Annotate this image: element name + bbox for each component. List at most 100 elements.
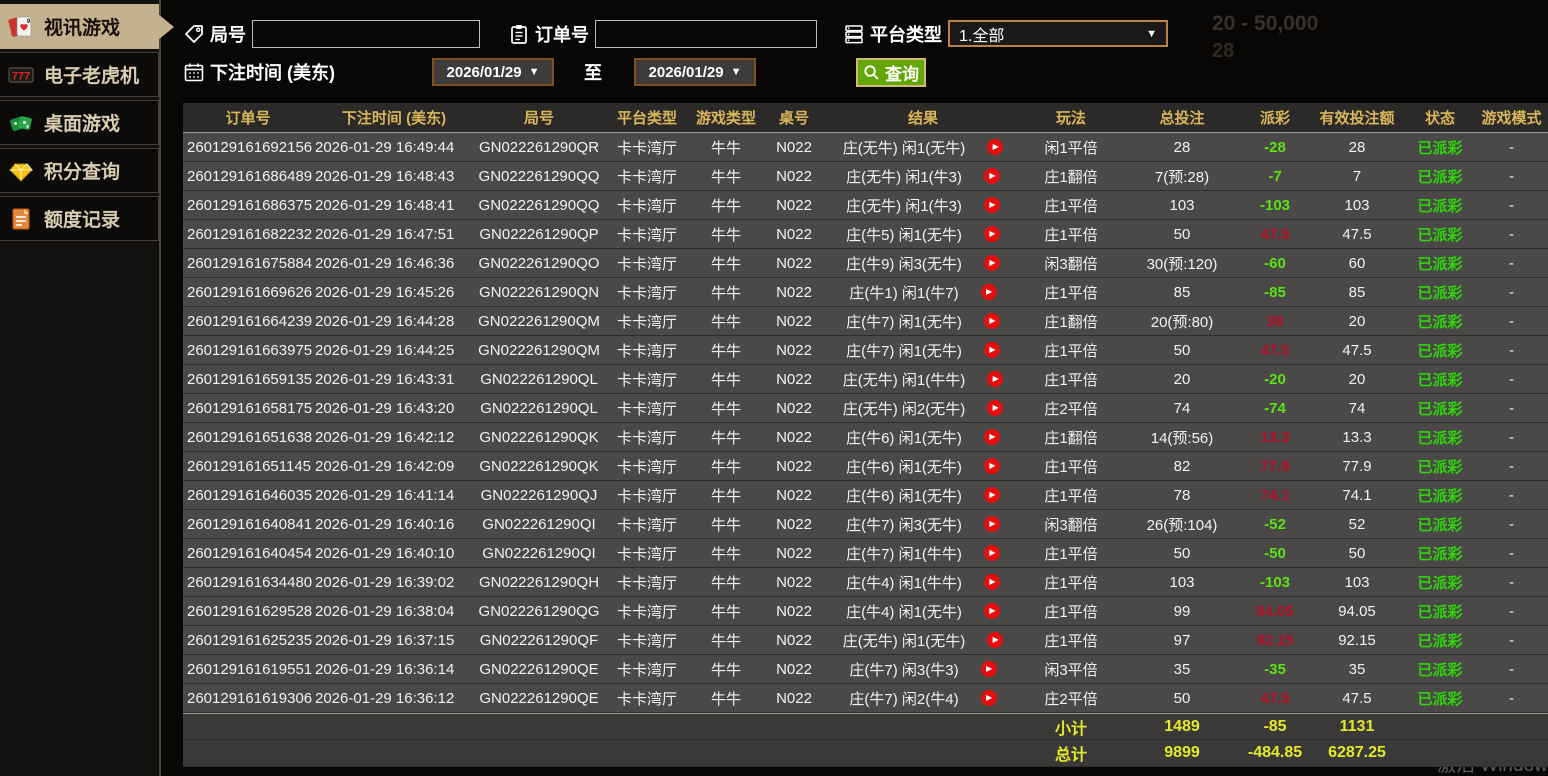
cell-game-mode: -	[1509, 370, 1514, 388]
round-no-input[interactable]	[252, 19, 480, 48]
search-button-label: 查询	[885, 64, 919, 84]
cell-round-no: GN022261290QL	[480, 399, 598, 417]
play-video-icon[interactable]: ▶	[983, 197, 1000, 213]
platform-type-value: 1.全部	[959, 27, 1005, 45]
sidebar: 9 视讯游戏 777 电子老虎机 桌面游戏 积分查询 额度记录	[0, 0, 161, 776]
cell-bet-time: 2026-01-29 16:44:28	[315, 312, 455, 330]
table-row: 260129161634480 2026-01-29 16:39:02 GN0222…	[183, 568, 1548, 597]
cell-status: 已派彩	[1417, 255, 1463, 273]
cell-round-no: GN022261290QG	[478, 602, 600, 620]
sidebar-item-quota-records[interactable]: 额度记录	[0, 196, 159, 241]
cell-result: 庄(牛7) 闲2(牛4) ▶	[827, 684, 1019, 712]
date-from-value: 2026/01/29	[446, 63, 522, 81]
cell-game-type: 牛牛	[710, 197, 741, 215]
cell-bet-option: 庄1平倍	[1044, 545, 1098, 563]
cell-game-mode: -	[1509, 602, 1514, 620]
order-no-input[interactable]	[595, 19, 817, 48]
header-game-mode: 游戏模式	[1481, 110, 1542, 127]
play-video-icon[interactable]: ▶	[983, 429, 1000, 445]
play-video-icon[interactable]: ▶	[987, 400, 1004, 416]
cell-game-mode: -	[1509, 544, 1514, 562]
sidebar-item-label: 电子老虎机	[44, 66, 140, 87]
cell-total-bet: 85	[1173, 283, 1191, 301]
cell-bet-time: 2026-01-29 16:40:16	[315, 515, 455, 533]
cell-platform: 卡卡湾厅	[616, 139, 677, 157]
cell-game-type: 牛牛	[710, 313, 741, 331]
cell-table-no: N022	[776, 602, 812, 620]
cell-round-no: GN022261290QK	[479, 428, 599, 446]
cell-platform: 卡卡湾厅	[616, 661, 677, 679]
cell-table-no: N022	[776, 486, 812, 504]
play-video-icon[interactable]: ▶	[980, 690, 997, 706]
diamond-icon	[7, 157, 35, 185]
play-video-icon[interactable]: ▶	[983, 226, 1000, 242]
cell-valid-bet: 47.5	[1342, 225, 1372, 243]
date-to-picker[interactable]: 2026/01/29 ▼	[634, 58, 756, 86]
cell-game-mode: -	[1509, 167, 1514, 185]
play-video-icon[interactable]: ▶	[987, 632, 1004, 648]
cell-table-no: N022	[776, 573, 812, 591]
cell-valid-bet: 74	[1348, 399, 1366, 417]
play-video-icon[interactable]: ▶	[983, 545, 1000, 561]
cell-payout: -103	[1259, 573, 1291, 591]
play-video-icon[interactable]: ▶	[987, 139, 1004, 155]
result-text: 庄(无牛) 闲2(无牛)	[842, 400, 966, 418]
cell-order-no: 260129161682232	[187, 225, 313, 243]
cell-payout: 94.05	[1256, 602, 1294, 620]
bet-time-label: 下注时间 (美东)	[210, 63, 335, 83]
cell-game-type: 牛牛	[710, 690, 741, 708]
header-order-no: 订单号	[225, 110, 271, 127]
subtotal-label: 小计	[1054, 720, 1087, 738]
cell-game-mode: -	[1509, 515, 1514, 533]
cell-result: 庄(牛1) 闲1(牛7) ▶	[827, 278, 1019, 306]
table-row: 260129161640454 2026-01-29 16:40:10 GN0222…	[183, 539, 1548, 568]
cell-bet-option: 庄1平倍	[1044, 284, 1098, 302]
table-row: 260129161663975 2026-01-29 16:44:25 GN0222…	[183, 336, 1548, 365]
sidebar-item-table-games[interactable]: 桌面游戏	[0, 100, 159, 145]
cell-status: 已派彩	[1417, 516, 1463, 534]
cell-result: 庄(牛7) 闲1(牛牛) ▶	[827, 539, 1019, 567]
play-video-icon[interactable]: ▶	[983, 313, 1000, 329]
play-video-icon[interactable]: ▶	[983, 255, 1000, 271]
cell-game-mode: -	[1509, 283, 1514, 301]
result-text: 庄(无牛) 闲1(无牛)	[842, 139, 966, 157]
sidebar-item-live-games[interactable]: 9 视讯游戏	[0, 4, 159, 49]
play-video-icon[interactable]: ▶	[983, 516, 1000, 532]
sidebar-item-slots[interactable]: 777 电子老虎机	[0, 52, 159, 97]
play-video-icon[interactable]: ▶	[987, 371, 1004, 387]
cell-result: 庄(牛6) 闲1(无牛) ▶	[827, 423, 1019, 451]
play-video-icon[interactable]: ▶	[983, 487, 1000, 503]
chevron-down-icon: ▼	[1146, 27, 1157, 40]
cell-valid-bet: 50	[1348, 544, 1366, 562]
table-row: 260129161629528 2026-01-29 16:38:04 GN0222…	[183, 597, 1548, 626]
result-text: 庄(牛6) 闲1(无牛)	[846, 429, 962, 447]
cell-bet-time: 2026-01-29 16:37:15	[315, 631, 455, 649]
play-video-icon[interactable]: ▶	[983, 342, 1000, 358]
result-text: 庄(牛7) 闲2(牛4)	[849, 690, 959, 708]
result-text: 庄(牛6) 闲1(无牛)	[846, 458, 962, 476]
cell-round-no: GN022261290QE	[479, 660, 599, 678]
cell-round-no: GN022261290QI	[482, 515, 596, 533]
cell-result: 庄(无牛) 闲1(无牛) ▶	[827, 133, 1019, 161]
sidebar-item-points-query[interactable]: 积分查询	[0, 148, 159, 193]
cell-bet-time: 2026-01-29 16:49:44	[315, 138, 455, 156]
play-video-icon[interactable]: ▶	[983, 458, 1000, 474]
cell-game-mode: -	[1509, 689, 1514, 707]
cell-table-no: N022	[776, 457, 812, 475]
cell-order-no: 260129161659135	[187, 370, 313, 388]
play-video-icon[interactable]: ▶	[983, 574, 1000, 590]
cell-total-bet: 74	[1173, 399, 1191, 417]
cell-game-type: 牛牛	[710, 603, 741, 621]
date-from-picker[interactable]: 2026/01/29 ▼	[432, 58, 554, 86]
cell-valid-bet: 74.1	[1342, 486, 1372, 504]
search-button[interactable]: 查询	[856, 57, 926, 87]
play-video-icon[interactable]: ▶	[983, 168, 1000, 184]
play-video-icon[interactable]: ▶	[980, 661, 997, 677]
cell-status: 已派彩	[1417, 545, 1463, 563]
play-video-icon[interactable]: ▶	[983, 603, 1000, 619]
play-video-icon[interactable]: ▶	[980, 284, 997, 300]
platform-type-select[interactable]: 1.全部 ▼	[948, 20, 1168, 47]
cell-total-bet: 50	[1173, 225, 1191, 243]
cell-bet-option: 庄2平倍	[1044, 690, 1098, 708]
sidebar-item-label: 积分查询	[44, 162, 121, 183]
